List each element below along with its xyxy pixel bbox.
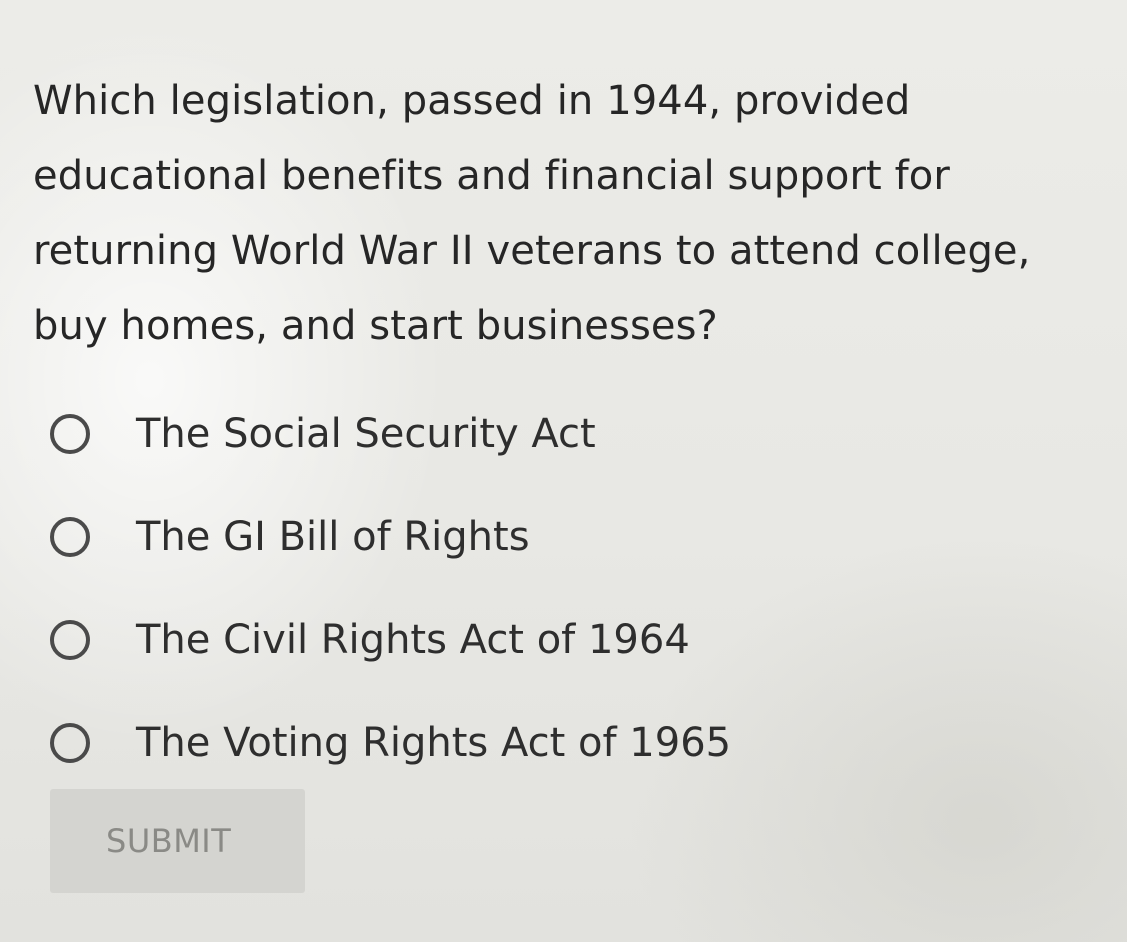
answer-options: The Social Security Act The GI Bill of R… bbox=[50, 382, 731, 794]
submit-button[interactable]: SUBMIT bbox=[50, 789, 305, 893]
radio-button[interactable] bbox=[50, 413, 90, 454]
question-text: Which legislation, passed in 1944, provi… bbox=[33, 78, 1031, 349]
answer-option-label: The Voting Rights Act of 1965 bbox=[136, 719, 732, 766]
answer-option-label: The GI Bill of Rights bbox=[136, 513, 530, 560]
answer-option-label: The Social Security Act bbox=[136, 410, 596, 457]
radio-button[interactable] bbox=[50, 619, 90, 660]
answer-option-label: The Civil Rights Act of 1964 bbox=[136, 616, 690, 663]
radio-button[interactable] bbox=[50, 722, 90, 763]
answer-option-gi-bill[interactable]: The GI Bill of Rights bbox=[50, 485, 731, 588]
answer-option-civil-rights[interactable]: The Civil Rights Act of 1964 bbox=[50, 588, 731, 691]
radio-button[interactable] bbox=[50, 516, 90, 557]
answer-option-voting-rights[interactable]: The Voting Rights Act of 1965 bbox=[50, 691, 731, 794]
answer-option-social-security[interactable]: The Social Security Act bbox=[50, 382, 731, 485]
